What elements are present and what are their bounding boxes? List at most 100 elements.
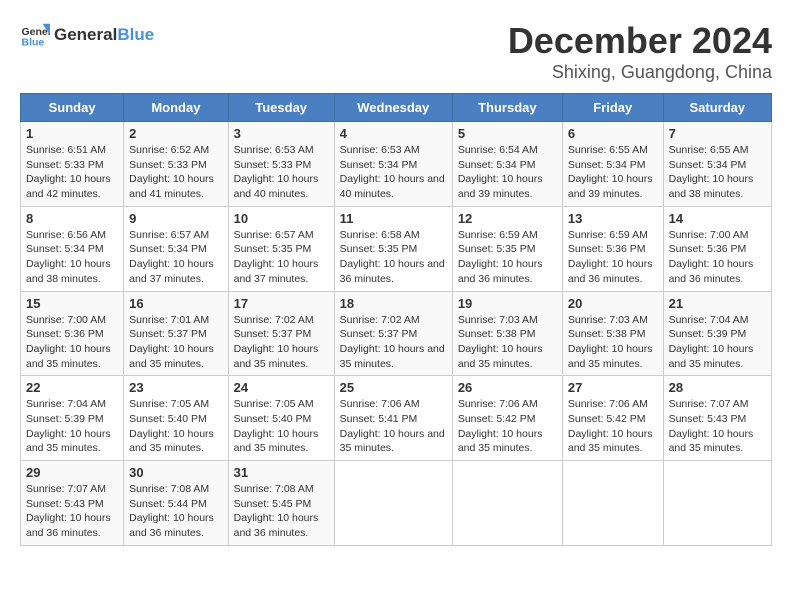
title-area: December 2024 Shixing, Guangdong, China bbox=[508, 20, 772, 83]
day-info: Sunrise: 6:57 AMSunset: 5:35 PMDaylight:… bbox=[234, 228, 329, 287]
day-number: 22 bbox=[26, 380, 118, 395]
day-info: Sunrise: 6:52 AMSunset: 5:33 PMDaylight:… bbox=[129, 143, 222, 202]
calendar-cell: 17Sunrise: 7:02 AMSunset: 5:37 PMDayligh… bbox=[228, 291, 334, 376]
calendar-cell: 29Sunrise: 7:07 AMSunset: 5:43 PMDayligh… bbox=[21, 461, 124, 546]
calendar-cell: 11Sunrise: 6:58 AMSunset: 5:35 PMDayligh… bbox=[334, 206, 452, 291]
calendar-cell bbox=[663, 461, 771, 546]
day-number: 13 bbox=[568, 211, 658, 226]
logo-blue-text: Blue bbox=[117, 25, 154, 45]
day-number: 15 bbox=[26, 296, 118, 311]
day-number: 7 bbox=[669, 126, 766, 141]
day-info: Sunrise: 6:51 AMSunset: 5:33 PMDaylight:… bbox=[26, 143, 118, 202]
calendar-cell bbox=[334, 461, 452, 546]
calendar-cell: 7 Sunrise: 6:55 AMSunset: 5:34 PMDaylight… bbox=[663, 122, 771, 207]
calendar-cell: 22 Sunrise: 7:04 AMSunset: 5:39 PMDayligh… bbox=[21, 376, 124, 461]
day-info: Sunrise: 6:55 AMSunset: 5:34 PMDaylight:… bbox=[568, 143, 658, 202]
day-number: 16 bbox=[129, 296, 222, 311]
day-info: Sunrise: 6:56 AMSunset: 5:34 PMDaylight:… bbox=[26, 228, 118, 287]
calendar-cell: 2 Sunrise: 6:52 AMSunset: 5:33 PMDaylight… bbox=[124, 122, 228, 207]
calendar-cell: 27 Sunrise: 7:06 AMSunset: 5:42 PMDayligh… bbox=[562, 376, 663, 461]
day-info: Sunrise: 7:08 AMSunset: 5:45 PMDaylight:… bbox=[234, 482, 329, 541]
day-info: Sunrise: 7:06 AMSunset: 5:42 PMDaylight:… bbox=[458, 397, 557, 456]
weekday-header-monday: Monday bbox=[124, 94, 228, 122]
calendar-cell: 30 Sunrise: 7:08 AMSunset: 5:44 PMDayligh… bbox=[124, 461, 228, 546]
calendar-cell: 15 Sunrise: 7:00 AMSunset: 5:36 PMDayligh… bbox=[21, 291, 124, 376]
calendar-cell: 24Sunrise: 7:05 AMSunset: 5:40 PMDayligh… bbox=[228, 376, 334, 461]
day-number: 24 bbox=[234, 380, 329, 395]
day-info: Sunrise: 6:59 AMSunset: 5:36 PMDaylight:… bbox=[568, 228, 658, 287]
calendar-cell: 18 Sunrise: 7:02 AMSunset: 5:37 PMDayligh… bbox=[334, 291, 452, 376]
day-info: Sunrise: 7:04 AMSunset: 5:39 PMDaylight:… bbox=[26, 397, 118, 456]
day-number: 2 bbox=[129, 126, 222, 141]
weekday-header-friday: Friday bbox=[562, 94, 663, 122]
day-number: 23 bbox=[129, 380, 222, 395]
calendar-cell: 14 Sunrise: 7:00 AMSunset: 5:36 PMDayligh… bbox=[663, 206, 771, 291]
day-info: Sunrise: 7:03 AMSunset: 5:38 PMDaylight:… bbox=[458, 313, 557, 372]
day-number: 31 bbox=[234, 465, 329, 480]
calendar-week-row: 22 Sunrise: 7:04 AMSunset: 5:39 PMDayligh… bbox=[21, 376, 772, 461]
day-number: 8 bbox=[26, 211, 118, 226]
calendar-cell: 12 Sunrise: 6:59 AMSunset: 5:35 PMDayligh… bbox=[452, 206, 562, 291]
calendar-header-row: SundayMondayTuesdayWednesdayThursdayFrid… bbox=[21, 94, 772, 122]
day-number: 21 bbox=[669, 296, 766, 311]
calendar-table: SundayMondayTuesdayWednesdayThursdayFrid… bbox=[20, 93, 772, 546]
calendar-week-row: 29Sunrise: 7:07 AMSunset: 5:43 PMDayligh… bbox=[21, 461, 772, 546]
day-info: Sunrise: 7:06 AMSunset: 5:41 PMDaylight:… bbox=[340, 397, 447, 456]
day-info: Sunrise: 7:08 AMSunset: 5:44 PMDaylight:… bbox=[129, 482, 222, 541]
calendar-cell: 26 Sunrise: 7:06 AMSunset: 5:42 PMDayligh… bbox=[452, 376, 562, 461]
calendar-cell: 6 Sunrise: 6:55 AMSunset: 5:34 PMDaylight… bbox=[562, 122, 663, 207]
day-info: Sunrise: 6:53 AMSunset: 5:33 PMDaylight:… bbox=[234, 143, 329, 202]
day-number: 28 bbox=[669, 380, 766, 395]
day-number: 9 bbox=[129, 211, 222, 226]
calendar-cell: 20 Sunrise: 7:03 AMSunset: 5:38 PMDayligh… bbox=[562, 291, 663, 376]
day-number: 18 bbox=[340, 296, 447, 311]
day-info: Sunrise: 7:02 AMSunset: 5:37 PMDaylight:… bbox=[234, 313, 329, 372]
calendar-cell: 8 Sunrise: 6:56 AMSunset: 5:34 PMDaylight… bbox=[21, 206, 124, 291]
page-subtitle: Shixing, Guangdong, China bbox=[508, 62, 772, 83]
day-info: Sunrise: 7:04 AMSunset: 5:39 PMDaylight:… bbox=[669, 313, 766, 372]
day-info: Sunrise: 7:03 AMSunset: 5:38 PMDaylight:… bbox=[568, 313, 658, 372]
svg-text:Blue: Blue bbox=[22, 37, 45, 49]
day-info: Sunrise: 7:07 AMSunset: 5:43 PMDaylight:… bbox=[669, 397, 766, 456]
day-number: 29 bbox=[26, 465, 118, 480]
day-info: Sunrise: 7:00 AMSunset: 5:36 PMDaylight:… bbox=[669, 228, 766, 287]
calendar-cell: 10 Sunrise: 6:57 AMSunset: 5:35 PMDayligh… bbox=[228, 206, 334, 291]
logo-general-text: General bbox=[54, 25, 117, 45]
day-info: Sunrise: 7:01 AMSunset: 5:37 PMDaylight:… bbox=[129, 313, 222, 372]
day-info: Sunrise: 7:02 AMSunset: 5:37 PMDaylight:… bbox=[340, 313, 447, 372]
day-number: 4 bbox=[340, 126, 447, 141]
day-number: 30 bbox=[129, 465, 222, 480]
day-info: Sunrise: 6:59 AMSunset: 5:35 PMDaylight:… bbox=[458, 228, 557, 287]
day-number: 19 bbox=[458, 296, 557, 311]
day-number: 14 bbox=[669, 211, 766, 226]
day-number: 10 bbox=[234, 211, 329, 226]
weekday-header-wednesday: Wednesday bbox=[334, 94, 452, 122]
day-number: 3 bbox=[234, 126, 329, 141]
calendar-cell: 9Sunrise: 6:57 AMSunset: 5:34 PMDaylight… bbox=[124, 206, 228, 291]
day-info: Sunrise: 6:53 AMSunset: 5:34 PMDaylight:… bbox=[340, 143, 447, 202]
weekday-header-tuesday: Tuesday bbox=[228, 94, 334, 122]
page-header: General Blue GeneralBlue December 2024 S… bbox=[20, 20, 772, 83]
day-number: 6 bbox=[568, 126, 658, 141]
day-info: Sunrise: 6:58 AMSunset: 5:35 PMDaylight:… bbox=[340, 228, 447, 287]
calendar-cell bbox=[562, 461, 663, 546]
calendar-cell: 4 Sunrise: 6:53 AMSunset: 5:34 PMDaylight… bbox=[334, 122, 452, 207]
day-info: Sunrise: 7:06 AMSunset: 5:42 PMDaylight:… bbox=[568, 397, 658, 456]
day-number: 12 bbox=[458, 211, 557, 226]
day-number: 27 bbox=[568, 380, 658, 395]
day-number: 25 bbox=[340, 380, 447, 395]
calendar-cell: 23 Sunrise: 7:05 AMSunset: 5:40 PMDayligh… bbox=[124, 376, 228, 461]
day-info: Sunrise: 6:54 AMSunset: 5:34 PMDaylight:… bbox=[458, 143, 557, 202]
weekday-header-sunday: Sunday bbox=[21, 94, 124, 122]
day-info: Sunrise: 7:05 AMSunset: 5:40 PMDaylight:… bbox=[129, 397, 222, 456]
calendar-cell bbox=[452, 461, 562, 546]
calendar-week-row: 8 Sunrise: 6:56 AMSunset: 5:34 PMDaylight… bbox=[21, 206, 772, 291]
day-info: Sunrise: 7:00 AMSunset: 5:36 PMDaylight:… bbox=[26, 313, 118, 372]
calendar-cell: 16 Sunrise: 7:01 AMSunset: 5:37 PMDayligh… bbox=[124, 291, 228, 376]
day-number: 26 bbox=[458, 380, 557, 395]
day-info: Sunrise: 6:55 AMSunset: 5:34 PMDaylight:… bbox=[669, 143, 766, 202]
logo: General Blue GeneralBlue bbox=[20, 20, 154, 50]
day-number: 20 bbox=[568, 296, 658, 311]
weekday-header-thursday: Thursday bbox=[452, 94, 562, 122]
day-number: 5 bbox=[458, 126, 557, 141]
